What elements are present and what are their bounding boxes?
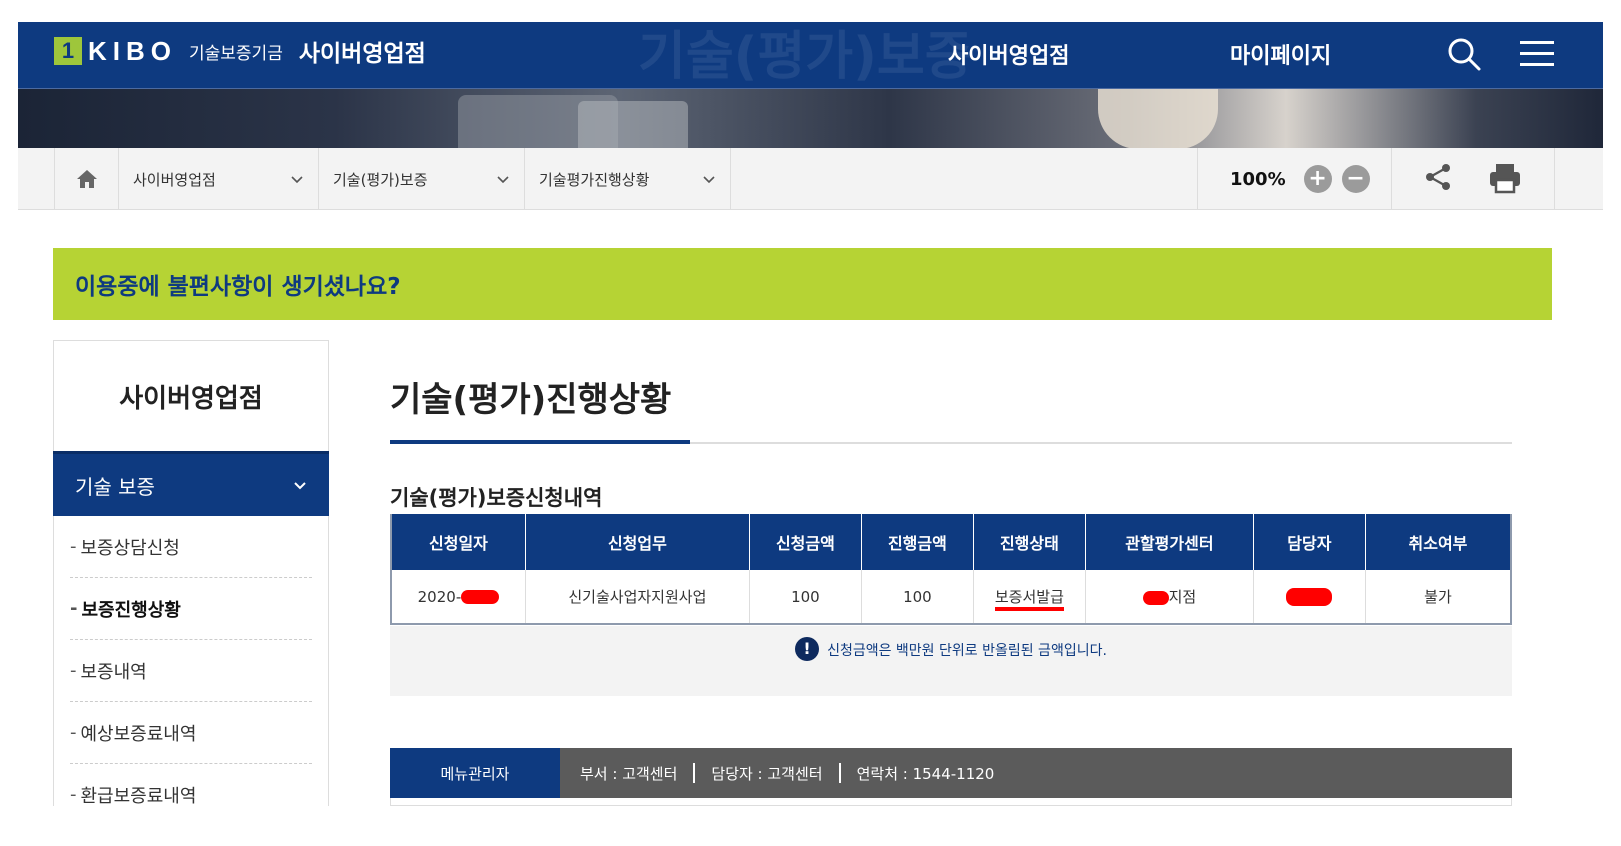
- column-header: 관할평가센터: [1085, 514, 1254, 570]
- cell-status: 보증서발급: [973, 570, 1086, 624]
- location-dropdown-label: 기술평가진행상황: [539, 170, 650, 189]
- separator: [838, 763, 841, 783]
- bullet-dash: -: [70, 536, 77, 557]
- bullet-dash: -: [70, 598, 78, 619]
- share-icon[interactable]: [1423, 162, 1453, 192]
- sidebar-item-label: 환급보증료내역: [80, 785, 197, 807]
- cell-request-amount: 100: [749, 570, 862, 624]
- redaction-mark: [461, 590, 500, 604]
- info-notice: ! 신청금액은 백만원 단위로 반올림된 금액입니다.: [390, 626, 1512, 696]
- home-icon: [76, 170, 97, 188]
- header-background-text: 기술(평가)보증: [638, 27, 973, 87]
- chevron-down-icon: [294, 482, 306, 490]
- sidebar-item-progress[interactable]: - 보증진행상황: [70, 578, 312, 640]
- cell-cancel: 불가: [1365, 570, 1511, 624]
- manager-dept: 부서 : 고객센터: [580, 764, 678, 783]
- manager-contact: 연락처 : 1544-1120: [856, 764, 995, 783]
- zoom-out-button[interactable]: −: [1341, 165, 1370, 193]
- cell-date-text: 2020-: [417, 587, 462, 606]
- menu-manager-info: 부서 : 고객센터 담당자 : 고객센터 연락처 : 1544-1120: [560, 763, 994, 784]
- hamburger-menu-icon[interactable]: [1520, 40, 1554, 68]
- logo[interactable]: 1 KIBO 기술보증기금 사이버영업점: [54, 34, 426, 68]
- zoom-control: 100% + −: [1197, 148, 1392, 210]
- application-table: 신청일자 신청업무 신청금액 진행금액 진행상태 관할평가센터 담당자 취소여부…: [390, 514, 1512, 625]
- column-header: 신청일자: [391, 514, 526, 570]
- bullet-dash: -: [70, 660, 77, 681]
- search-icon[interactable]: [1446, 36, 1482, 72]
- page-title: 기술(평가)진행상황: [390, 380, 672, 420]
- table-row[interactable]: 2020- 신기술사업자지원사업 100 100 보증서발급 지점 불가: [391, 570, 1511, 624]
- sidebar-item-label: 보증진행상황: [81, 599, 181, 621]
- feedback-notice-banner[interactable]: 이용중에 불편사항이 생기셨나요?: [53, 248, 1552, 320]
- print-icon[interactable]: [1488, 162, 1522, 194]
- sidebar-item-refund-fee[interactable]: - 환급보증료내역: [70, 764, 312, 806]
- sidebar-title: 사이버영업점: [53, 340, 329, 452]
- location-dropdown-label: 사이버영업점: [133, 170, 216, 189]
- nav-mypage[interactable]: 마이페이지: [1230, 38, 1331, 70]
- title-underline: [390, 440, 1512, 444]
- sidebar-category-tech-guarantee[interactable]: 기술 보증: [53, 451, 329, 516]
- redaction-mark: [1142, 590, 1169, 605]
- location-dropdown-3[interactable]: 기술평가진행상황: [525, 148, 731, 210]
- logo-service: 사이버영업점: [298, 41, 426, 67]
- sidebar-item-label: 보증내역: [80, 661, 147, 683]
- chevron-down-icon: [497, 176, 509, 184]
- info-text: 신청금액은 백만원 단위로 반올림된 금액입니다.: [827, 643, 1107, 659]
- location-bar: 사이버영업점 기술(평가)보증 기술평가진행상황 100% + −: [18, 148, 1603, 210]
- column-header: 신청금액: [749, 514, 862, 570]
- column-header: 진행금액: [861, 514, 974, 570]
- sidebar-menu: - 보증상담신청 - 보증진행상황 - 보증내역 - 예상보증료내역 - 환급보증료내역: [53, 516, 329, 806]
- banner-gear-shape: [578, 101, 688, 151]
- column-header: 진행상태: [973, 514, 1086, 570]
- cell-business: 신기술사업자지원사업: [525, 570, 750, 624]
- column-header: 신청업무: [525, 514, 750, 570]
- site-header: 기술(평가)보증 1 KIBO 기술보증기금 사이버영업점 사이버영업점 마이페…: [18, 22, 1603, 88]
- zoom-in-button[interactable]: +: [1303, 165, 1332, 193]
- home-button[interactable]: [54, 148, 119, 210]
- location-dropdown-2[interactable]: 기술(평가)보증: [319, 148, 525, 210]
- bullet-dash: -: [70, 784, 77, 805]
- location-dropdown-1[interactable]: 사이버영업점: [119, 148, 319, 210]
- separator: [693, 763, 696, 783]
- menu-manager-bar: 메뉴관리자 부서 : 고객센터 담당자 : 고객센터 연락처 : 1544-11…: [390, 748, 1512, 798]
- redaction-mark: [1286, 587, 1333, 606]
- section-title: 기술(평가)보증신청내역: [390, 486, 603, 510]
- table-header-row: 신청일자 신청업무 신청금액 진행금액 진행상태 관할평가센터 담당자 취소여부: [391, 514, 1511, 570]
- bullet-dash: -: [70, 722, 77, 743]
- sidebar-item-history[interactable]: - 보증내역: [70, 640, 312, 702]
- cell-center-text: 지점: [1168, 588, 1197, 606]
- cell-progress-amount: 100: [861, 570, 974, 624]
- sidebar-category-label: 기술 보증: [75, 474, 155, 499]
- sidebar-item-label: 보증상담신청: [80, 537, 180, 559]
- menu-manager-label: 메뉴관리자: [390, 748, 560, 798]
- title-underline-accent: [390, 440, 690, 444]
- chevron-down-icon: [703, 176, 715, 184]
- manager-person: 담당자 : 고객센터: [711, 764, 823, 783]
- header-banner-image: [18, 88, 1603, 155]
- chevron-down-icon: [291, 176, 303, 184]
- cell-manager: [1253, 570, 1366, 624]
- nav-cyber-branch[interactable]: 사이버영업점: [948, 38, 1069, 70]
- logo-brand: KIBO: [88, 35, 177, 66]
- sidebar-item-expected-fee[interactable]: - 예상보증료내역: [70, 702, 312, 764]
- logo-org: 기술보증기금: [189, 43, 283, 64]
- info-icon: !: [795, 637, 820, 661]
- cell-date: 2020-: [391, 570, 526, 624]
- location-divider: [1554, 148, 1555, 210]
- sidebar-item-label: 예상보증료내역: [80, 723, 197, 745]
- sidebar-item-consult[interactable]: - 보증상담신청: [70, 516, 312, 578]
- column-header: 담당자: [1253, 514, 1366, 570]
- logo-mark: 1: [54, 37, 82, 65]
- zoom-level: 100%: [1230, 168, 1286, 190]
- column-header: 취소여부: [1365, 514, 1511, 570]
- location-dropdown-label: 기술(평가)보증: [333, 170, 428, 189]
- menu-manager-footer-border: [390, 798, 1512, 806]
- cell-center: 지점: [1085, 570, 1254, 624]
- status-text: 보증서발급: [994, 588, 1064, 611]
- banner-glove-shape: [1098, 89, 1218, 149]
